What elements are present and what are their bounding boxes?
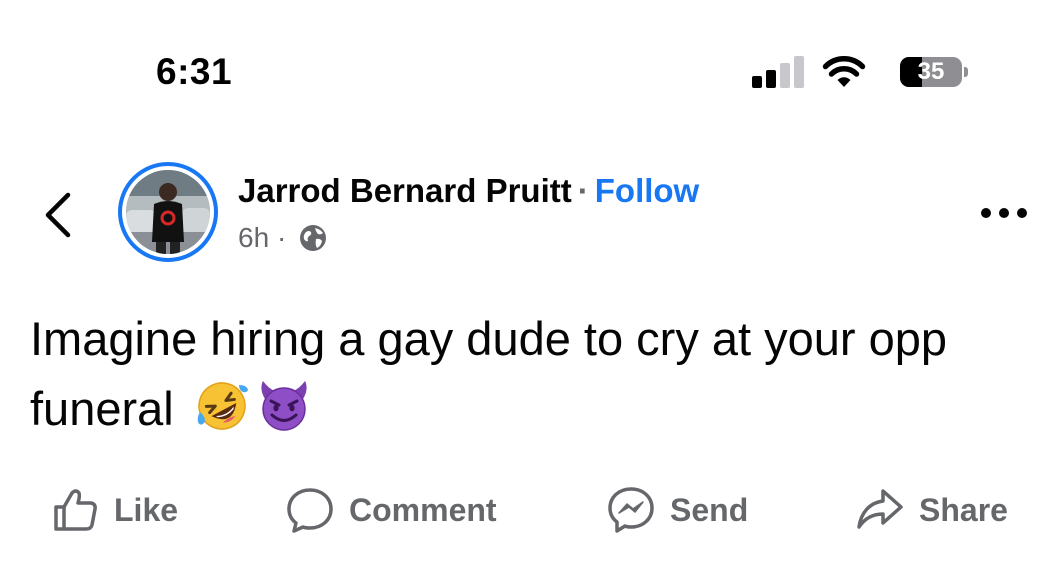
battery-icon: 35 (900, 57, 962, 87)
post-text: Imagine hiring a gay dude to cry at your… (30, 312, 948, 435)
globe-icon (300, 224, 327, 251)
signal-bar (752, 76, 762, 88)
battery-level: 35 (917, 58, 945, 85)
avatar[interactable] (126, 170, 210, 254)
like-label: Like (114, 491, 179, 528)
send-label: Send (670, 491, 749, 528)
cellular-signal-icon (752, 52, 812, 92)
send-button[interactable]: Send (606, 480, 748, 540)
share-label: Share (919, 491, 1008, 528)
comment-bubble-icon (287, 488, 333, 533)
header-separator: · (577, 172, 589, 209)
post-header: Jarrod Bernard Pruitt · Follow (238, 170, 699, 212)
meta-separator: · (276, 222, 287, 253)
thumbs-up-icon (54, 489, 97, 531)
post-timestamp[interactable]: 6h (238, 222, 269, 253)
battery-tip (964, 67, 968, 77)
like-button[interactable]: Like (50, 480, 178, 540)
facebook-post-screen: 6:31 35 Jarrod Bernard Pruitt · Follow 6… (0, 0, 1064, 566)
status-bar-time: 6:31 (156, 51, 233, 92)
messenger-icon (608, 487, 654, 533)
smiling-face-with-horns-emoji (261, 381, 307, 431)
avatar-photo (126, 170, 210, 254)
back-chevron-icon[interactable] (34, 185, 84, 245)
status-bar-indicators: 35 (752, 52, 982, 92)
post-action-bar: Like Comment Send Share (0, 480, 1064, 540)
comment-button[interactable]: Comment (285, 480, 497, 540)
rolling-on-floor-laughing-emoji (197, 382, 248, 430)
signal-bar (780, 63, 790, 88)
share-arrow-icon (857, 489, 903, 529)
signal-bar (766, 70, 776, 88)
author-name[interactable]: Jarrod Bernard Pruitt (238, 172, 572, 209)
share-button[interactable]: Share (855, 480, 1008, 540)
post-body: Imagine hiring a gay dude to cry at your… (30, 304, 1040, 444)
comment-label: Comment (349, 491, 497, 528)
more-options-icon[interactable] (976, 198, 1032, 228)
signal-bar (794, 56, 804, 88)
wifi-icon (822, 56, 866, 87)
follow-button[interactable]: Follow (595, 172, 699, 209)
post-meta: 6h · (238, 218, 328, 258)
